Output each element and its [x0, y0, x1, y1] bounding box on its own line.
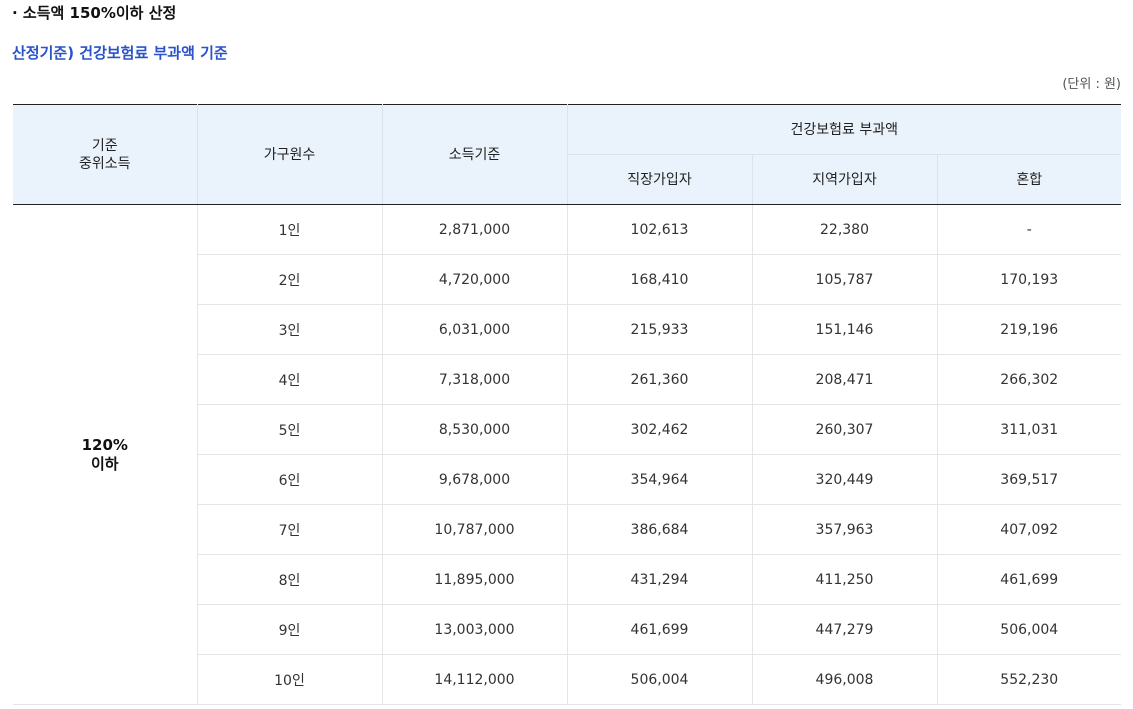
cell-size: 1인 — [197, 204, 383, 255]
tier-label-line1: 120% — [81, 435, 128, 454]
cell-income: 6,031,000 — [382, 304, 568, 355]
cell-income: 2,871,000 — [382, 204, 568, 255]
cell-mixed: 170,193 — [937, 254, 1121, 305]
page: · 소득액 150%이하 산정 산정기준) 건강보험료 부과액 기준 (단위 :… — [0, 0, 1133, 709]
cell-mixed: 311,031 — [937, 404, 1121, 455]
cell-income: 13,003,000 — [382, 604, 568, 655]
cell-regional: 22,380 — [752, 204, 938, 255]
cell-regional: 447,279 — [752, 604, 938, 655]
cell-regional: 208,471 — [752, 354, 938, 405]
cell-mixed: 369,517 — [937, 454, 1121, 505]
cell-employee: 102,613 — [567, 204, 753, 255]
cell-mixed: - — [937, 204, 1121, 255]
cell-size: 8인 — [197, 554, 383, 605]
cell-size: 9인 — [197, 604, 383, 655]
cell-size: 7인 — [197, 504, 383, 555]
cell-size: 6인 — [197, 454, 383, 505]
table-header: 기준 중위소득 가구원수 소득기준 건강보험료 부과액 직장가입자 지역가입자 … — [13, 104, 1121, 205]
header-regional: 지역가입자 — [752, 154, 938, 205]
cell-employee: 215,933 — [567, 304, 753, 355]
header-income-standard: 소득기준 — [382, 104, 568, 205]
cell-mixed: 506,004 — [937, 604, 1121, 655]
cell-size: 2인 — [197, 254, 383, 305]
cell-income: 14,112,000 — [382, 654, 568, 705]
cell-regional: 357,963 — [752, 504, 938, 555]
cell-regional: 151,146 — [752, 304, 938, 355]
header-median-income-line2: 중위소득 — [78, 155, 131, 172]
tier-cell: 120% 이하 — [13, 204, 198, 705]
section-heading: · 소득액 150%이하 산정 — [12, 4, 177, 22]
cell-employee: 261,360 — [567, 354, 753, 405]
cell-mixed: 461,699 — [937, 554, 1121, 605]
cell-employee: 506,004 — [567, 654, 753, 705]
cell-employee: 461,699 — [567, 604, 753, 655]
cell-size: 10인 — [197, 654, 383, 705]
criteria-subheading: 산정기준) 건강보험료 부과액 기준 — [12, 44, 228, 62]
cell-income: 9,678,000 — [382, 454, 568, 505]
cell-mixed: 219,196 — [937, 304, 1121, 355]
header-premium-group: 건강보험료 부과액 — [567, 104, 1121, 155]
cell-income: 7,318,000 — [382, 354, 568, 405]
premium-table: 기준 중위소득 가구원수 소득기준 건강보험료 부과액 직장가입자 지역가입자 … — [13, 104, 1121, 705]
cell-employee: 354,964 — [567, 454, 753, 505]
header-median-income-line1: 기준 — [91, 137, 118, 154]
cell-size: 5인 — [197, 404, 383, 455]
cell-size: 3인 — [197, 304, 383, 355]
table-body: 120% 이하 1인 2,871,000 102,613 22,380-2인 4,720,0… — [13, 204, 1121, 705]
cell-income: 11,895,000 — [382, 554, 568, 605]
cell-income: 4,720,000 — [382, 254, 568, 305]
cell-regional: 320,449 — [752, 454, 938, 505]
cell-mixed: 552,230 — [937, 654, 1121, 705]
header-household-size: 가구원수 — [197, 104, 383, 205]
cell-regional: 496,008 — [752, 654, 938, 705]
cell-employee: 431,294 — [567, 554, 753, 605]
header-median-income: 기준 중위소득 — [13, 104, 198, 205]
cell-regional: 411,250 — [752, 554, 938, 605]
header-mixed: 혼합 — [937, 154, 1121, 205]
cell-size: 4인 — [197, 354, 383, 405]
cell-employee: 168,410 — [567, 254, 753, 305]
cell-employee: 386,684 — [567, 504, 753, 555]
cell-mixed: 407,092 — [937, 504, 1121, 555]
cell-employee: 302,462 — [567, 404, 753, 455]
cell-regional: 260,307 — [752, 404, 938, 455]
cell-income: 8,530,000 — [382, 404, 568, 455]
cell-regional: 105,787 — [752, 254, 938, 305]
header-employee: 직장가입자 — [567, 154, 753, 205]
tier-label-line2: 이하 — [90, 454, 119, 473]
cell-income: 10,787,000 — [382, 504, 568, 555]
unit-note: (단위 : 원) — [1062, 77, 1121, 92]
cell-mixed: 266,302 — [937, 354, 1121, 405]
table-row: 120% 이하 1인 2,871,000 102,613 22,380- — [13, 204, 1121, 705]
